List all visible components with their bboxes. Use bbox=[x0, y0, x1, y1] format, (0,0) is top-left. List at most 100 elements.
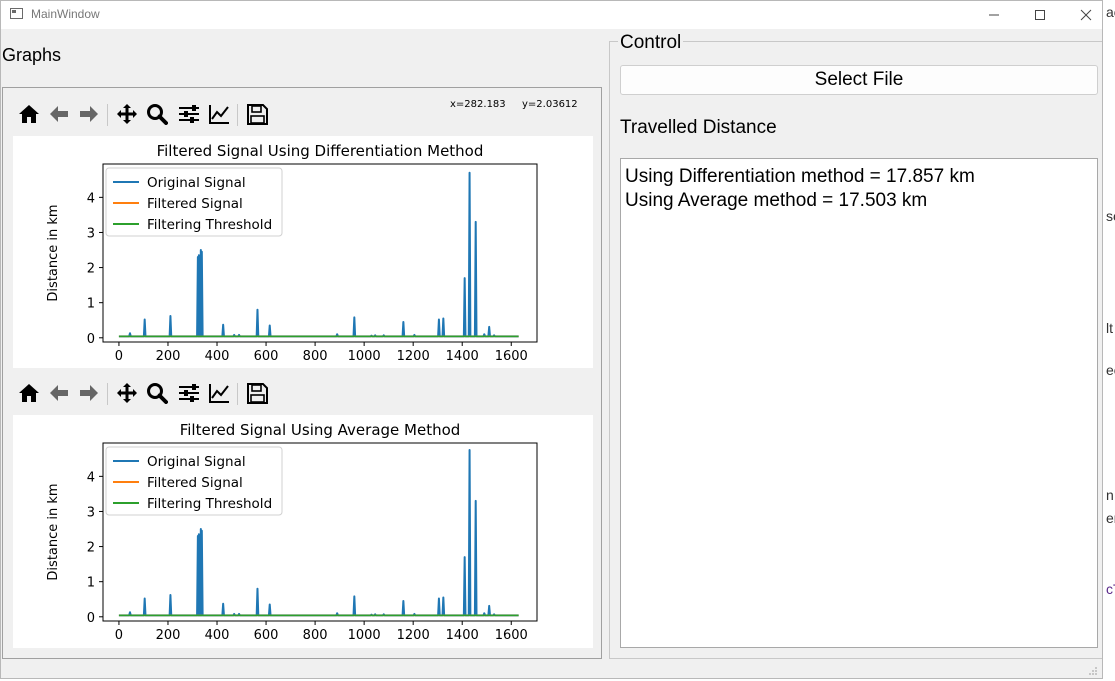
toolbar-separator bbox=[237, 104, 238, 126]
window-title: MainWindow bbox=[31, 7, 100, 21]
x-tick-label: 600 bbox=[254, 349, 279, 364]
save-button[interactable] bbox=[243, 100, 271, 128]
pan-icon bbox=[117, 104, 137, 124]
legend-label: Filtered Signal bbox=[147, 475, 243, 491]
result-line: Using Average method = 17.503 km bbox=[625, 190, 928, 211]
cursor-y-readout: y=2.03612 bbox=[522, 99, 578, 110]
chart-title: Filtered Signal Using Differentiation Me… bbox=[157, 142, 484, 160]
background-text: ec bbox=[1106, 362, 1115, 378]
x-tick-label: 1200 bbox=[397, 349, 430, 364]
status-bar bbox=[1, 659, 1102, 678]
x-tick-label: 1400 bbox=[446, 628, 479, 643]
toolbar-separator bbox=[107, 104, 108, 126]
cursor-x-readout: x=282.183 bbox=[450, 99, 506, 110]
legend-label: Original Signal bbox=[147, 175, 246, 191]
x-tick-label: 1200 bbox=[397, 628, 430, 643]
legend-label: Filtering Threshold bbox=[147, 217, 272, 233]
result-line: Using Differentiation method = 17.857 km bbox=[625, 166, 975, 187]
distance-results-text[interactable]: Using Differentiation method = 17.857 km… bbox=[620, 158, 1098, 648]
back-arrow-icon bbox=[50, 385, 68, 401]
back-arrow-button[interactable] bbox=[45, 100, 73, 128]
chart-average: Filtered Signal Using Average Method 0 200… bbox=[46, 421, 538, 643]
configure-subplots-icon bbox=[179, 105, 199, 123]
travelled-distance-label: Travelled Distance bbox=[620, 117, 777, 138]
edit-axis-button[interactable] bbox=[205, 379, 233, 407]
y-tick-label: 0 bbox=[87, 611, 95, 626]
legend-label: Filtered Signal bbox=[147, 196, 243, 212]
back-arrow-button[interactable] bbox=[45, 379, 73, 407]
home-icon bbox=[19, 105, 39, 123]
minimize-button[interactable] bbox=[971, 1, 1017, 29]
maximize-icon bbox=[1035, 10, 1045, 20]
x-tick-label: 0 bbox=[115, 628, 123, 643]
legend-label: Original Signal bbox=[147, 454, 246, 470]
pan-icon bbox=[117, 383, 137, 403]
plot-canvas[interactable]: Filtered Signal Using Differentiation Me… bbox=[13, 136, 593, 368]
y-tick-label: 4 bbox=[87, 191, 95, 206]
y-axis-label: Distance in km bbox=[46, 483, 61, 580]
background-text: ae bbox=[1106, 4, 1115, 20]
background-text: er bbox=[1106, 510, 1115, 526]
chart-differentiation: Filtered Signal Using Differentiation Me… bbox=[46, 142, 538, 364]
background-text: n bbox=[1106, 487, 1114, 503]
zoom-button[interactable] bbox=[143, 100, 171, 128]
x-tick-label: 0 bbox=[115, 349, 123, 364]
edit-axis-button[interactable] bbox=[205, 100, 233, 128]
maximize-button[interactable] bbox=[1017, 1, 1063, 29]
y-tick-label: 2 bbox=[87, 541, 95, 556]
forward-arrow-button[interactable] bbox=[75, 379, 103, 407]
pan-button[interactable] bbox=[113, 100, 141, 128]
forward-arrow-icon bbox=[80, 385, 98, 401]
x-tick-label: 600 bbox=[254, 628, 279, 643]
edit-axis-icon bbox=[209, 105, 229, 124]
app-window-icon bbox=[10, 8, 23, 19]
configure-subplots-button[interactable] bbox=[175, 100, 203, 128]
background-text: se bbox=[1106, 208, 1115, 224]
zoom-icon bbox=[147, 383, 168, 404]
back-arrow-icon bbox=[50, 106, 68, 122]
close-button[interactable] bbox=[1063, 1, 1102, 29]
x-tick-label: 1000 bbox=[348, 349, 381, 364]
x-tick-label: 200 bbox=[156, 628, 181, 643]
toolbar-separator bbox=[237, 383, 238, 405]
plot-canvas[interactable]: Filtered Signal Using Average Method 0 200… bbox=[13, 415, 593, 648]
x-tick-label: 800 bbox=[303, 628, 328, 643]
save-button[interactable] bbox=[243, 379, 271, 407]
forward-arrow-icon bbox=[80, 106, 98, 122]
configure-subplots-button[interactable] bbox=[175, 379, 203, 407]
control-heading: Control bbox=[618, 32, 684, 54]
forward-arrow-button[interactable] bbox=[75, 100, 103, 128]
y-tick-label: 4 bbox=[87, 470, 95, 485]
y-axis-label: Distance in km bbox=[46, 204, 61, 301]
y-tick-label: 3 bbox=[87, 505, 95, 520]
chart-legend: Original Signal Filtered Signal Filtering … bbox=[105, 167, 283, 237]
title-bar[interactable]: MainWindow bbox=[1, 1, 1102, 29]
home-button[interactable] bbox=[15, 100, 43, 128]
x-tick-label: 1600 bbox=[495, 349, 528, 364]
save-icon bbox=[247, 104, 268, 125]
main-window: MainWindow Graphs x=282.183 y=2.03612 Fi… bbox=[0, 0, 1103, 679]
close-icon bbox=[1080, 9, 1092, 21]
zoom-button[interactable] bbox=[143, 379, 171, 407]
home-button[interactable] bbox=[15, 379, 43, 407]
y-tick-label: 1 bbox=[87, 297, 95, 312]
x-tick-label: 200 bbox=[156, 349, 181, 364]
chart-title: Filtered Signal Using Average Method bbox=[180, 421, 461, 439]
save-icon bbox=[247, 383, 268, 404]
y-tick-label: 2 bbox=[87, 262, 95, 277]
edit-axis-icon bbox=[209, 384, 229, 403]
select-file-button[interactable]: Select File bbox=[620, 65, 1098, 95]
pan-button[interactable] bbox=[113, 379, 141, 407]
home-icon bbox=[19, 384, 39, 402]
zoom-icon bbox=[147, 104, 168, 125]
y-tick-label: 0 bbox=[87, 332, 95, 347]
graphs-frame: x=282.183 y=2.03612 Filtered Signal Usin… bbox=[2, 87, 602, 659]
x-tick-label: 1400 bbox=[446, 349, 479, 364]
plot-toolbar bbox=[3, 371, 593, 415]
resize-grip-icon[interactable] bbox=[1088, 666, 1098, 676]
y-tick-label: 3 bbox=[87, 226, 95, 241]
x-tick-label: 400 bbox=[205, 628, 230, 643]
toolbar-separator bbox=[107, 383, 108, 405]
x-tick-label: 1000 bbox=[348, 628, 381, 643]
background-text: lt bbox=[1106, 320, 1113, 336]
